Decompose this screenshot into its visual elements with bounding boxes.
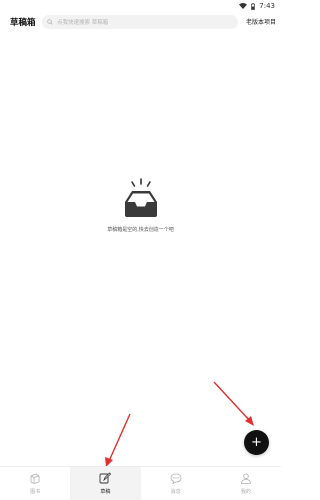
- add-draft-button[interactable]: +: [244, 430, 269, 455]
- search-input[interactable]: 点我快速搜索 草稿箱: [42, 15, 238, 29]
- status-time: 7:43: [259, 2, 275, 10]
- tab-drafts[interactable]: 草稿: [70, 467, 141, 500]
- plus-icon: +: [251, 435, 262, 450]
- tab-messages[interactable]: 消息: [141, 467, 211, 500]
- tab-label: 草稿: [100, 489, 111, 495]
- annotation-arrow-draft-tab: [105, 413, 131, 467]
- empty-state-message: 草稿箱是空的,快去创造一个吧: [107, 227, 174, 233]
- search-placeholder: 点我快速搜索 草稿箱: [57, 20, 109, 26]
- chat-icon: [170, 473, 182, 486]
- top-bar: 草稿箱 点我快速搜索 草稿箱 老版本项目: [0, 12, 281, 32]
- annotation-arrow-fab: [213, 381, 254, 426]
- empty-state: 草稿箱是空的,快去创造一个吧: [0, 178, 281, 233]
- tab-label: 图书: [30, 488, 41, 495]
- bottom-tab-bar: 图书 草稿 消息 我的: [0, 466, 281, 500]
- book-icon: [29, 473, 41, 486]
- battery-icon: [251, 2, 256, 10]
- wifi-icon: [239, 3, 248, 9]
- tab-label: 我的: [240, 488, 251, 495]
- tab-label: 消息: [170, 488, 181, 495]
- person-icon: [240, 473, 252, 486]
- tab-books[interactable]: 图书: [0, 467, 70, 500]
- edit-icon: [99, 472, 112, 486]
- tab-profile[interactable]: 我的: [211, 467, 281, 500]
- status-bar: 7:43: [0, 0, 281, 12]
- search-icon: [47, 19, 53, 25]
- old-version-projects-link[interactable]: 老版本项目: [246, 17, 276, 26]
- inbox-tray-icon: [123, 178, 159, 222]
- page-title: 草稿箱: [10, 18, 36, 28]
